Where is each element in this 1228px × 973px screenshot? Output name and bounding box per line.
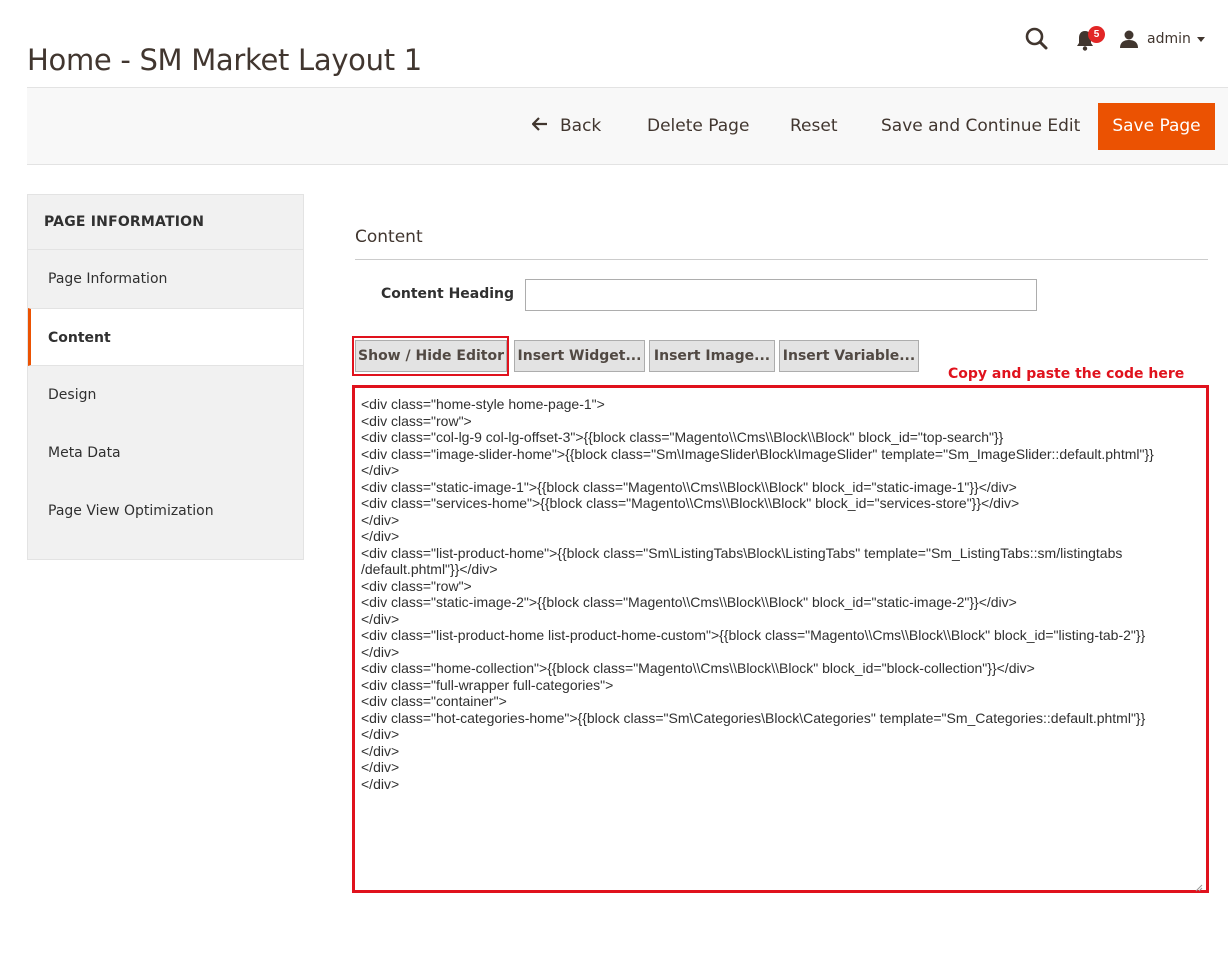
- arrow-left-icon: [531, 104, 548, 148]
- content-editor-textarea[interactable]: <div class="home-style home-page-1"> <di…: [352, 385, 1209, 893]
- user-menu[interactable]: admin: [1119, 26, 1209, 52]
- page-actions-bar: Back Delete Page Reset Save and Continue…: [27, 87, 1228, 165]
- annotation-text: Copy and paste the code here: [948, 366, 1185, 382]
- content-section-title[interactable]: Content: [355, 227, 423, 247]
- notifications-button[interactable]: 5: [1074, 26, 1105, 52]
- chevron-down-icon: [1196, 36, 1205, 42]
- insert-image-button[interactable]: Insert Image...: [649, 340, 775, 372]
- save-page-button[interactable]: Save Page: [1098, 103, 1215, 150]
- insert-variable-button[interactable]: Insert Variable...: [779, 340, 919, 372]
- sidebar-tabs: PAGE INFORMATION Page Information Conten…: [27, 194, 304, 560]
- resize-handle-icon[interactable]: [1195, 879, 1203, 892]
- content-code[interactable]: <div class="home-style home-page-1"> <di…: [361, 396, 1200, 884]
- insert-widget-button[interactable]: Insert Widget...: [514, 340, 645, 372]
- notification-badge: 5: [1088, 26, 1105, 43]
- sidebar-heading: PAGE INFORMATION: [28, 195, 303, 250]
- section-divider: [355, 259, 1208, 260]
- user-icon: [1120, 30, 1138, 48]
- sidebar-item-content[interactable]: Content: [28, 308, 303, 366]
- search-icon[interactable]: [1024, 26, 1050, 52]
- sidebar-item-design[interactable]: Design: [28, 366, 303, 424]
- user-name: admin: [1147, 31, 1191, 47]
- back-button[interactable]: Back: [531, 104, 602, 148]
- sidebar-item-page-information[interactable]: Page Information: [28, 250, 303, 308]
- sidebar-item-meta-data[interactable]: Meta Data: [28, 424, 303, 482]
- back-label: Back: [560, 116, 602, 136]
- delete-page-button[interactable]: Delete Page: [647, 104, 749, 148]
- page-title: Home - SM Market Layout 1: [27, 43, 422, 78]
- content-heading-input[interactable]: [525, 279, 1037, 311]
- content-heading-label: Content Heading: [381, 286, 515, 302]
- show-hide-editor-button[interactable]: Show / Hide Editor: [355, 340, 507, 372]
- save-and-continue-button[interactable]: Save and Continue Edit: [881, 104, 1080, 148]
- reset-button[interactable]: Reset: [790, 104, 838, 148]
- sidebar-item-page-view-optimization[interactable]: Page View Optimization: [28, 482, 303, 540]
